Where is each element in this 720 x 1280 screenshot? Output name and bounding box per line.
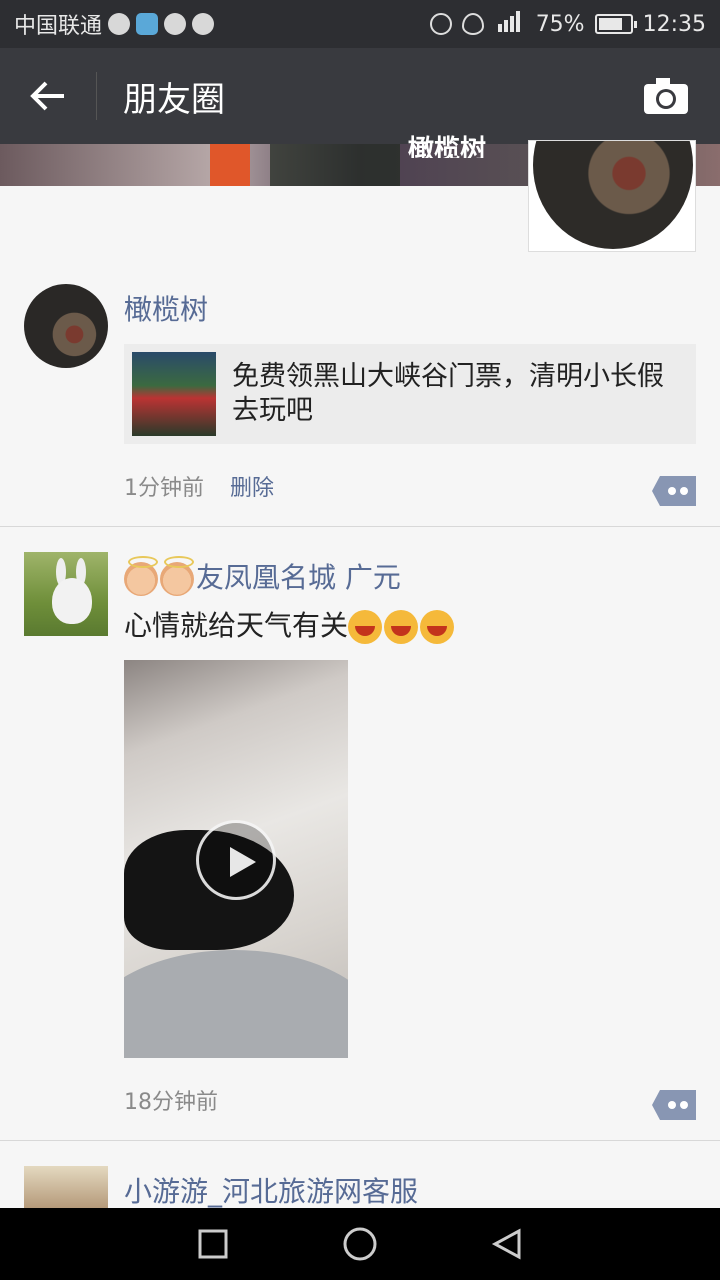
camera-icon [644,78,688,114]
post-avatar[interactable] [24,284,108,368]
status-bar: 中国联通 75% 12:35 [0,0,720,48]
carrier-label: 中国联通 [14,14,103,39]
angel-baby-emoji-icon [160,556,194,596]
post-avatar[interactable] [24,552,108,636]
post-time: 1分钟前 [124,476,204,501]
hand-icon [192,13,215,35]
nav-divider [96,72,97,120]
recent-apps-button[interactable] [193,1224,233,1264]
camera-button[interactable] [642,76,690,116]
system-back-button[interactable] [487,1224,527,1264]
battery-percent: 75% [535,11,585,37]
laughing-emoji-icon [384,610,419,644]
post-divider [0,1140,720,1141]
more-dots-icon [652,476,696,506]
battery-icon [594,14,637,34]
signal-icon [494,10,526,38]
video-thumbnail[interactable] [124,660,348,1058]
post-text: 心情就给天气有关 [124,604,456,644]
post-text-content: 心情就给天气有关 [124,609,349,642]
post-avatar[interactable] [24,1166,108,1208]
top-nav-bar: 朋友圈 [0,48,720,144]
laughing-emoji-icon [420,610,455,644]
play-icon[interactable] [196,820,276,900]
more-dots-icon [652,1090,696,1120]
post-author[interactable]: 友凤凰名城 广元 [124,556,401,596]
comment-more-button[interactable] [652,1090,696,1120]
system-navigation-bar [0,1208,720,1280]
triangle-back-icon [491,1228,521,1260]
delete-link[interactable]: 删除 [230,470,274,502]
alarm-icon [429,13,452,35]
shared-link-thumbnail [132,352,216,436]
post-time: 18分钟前 [124,1090,218,1115]
laughing-emoji-icon [348,610,383,644]
home-button[interactable] [340,1224,380,1264]
page-title: 朋友圈 [123,79,225,120]
arrow-left-icon [30,81,64,111]
circle-icon [343,1227,377,1261]
cover-avatar[interactable] [528,140,696,252]
shared-link-title: 免费领黑山大峡谷门票，清明小长假去玩吧 [232,361,664,426]
clock-time: 12:35 [642,11,706,37]
cover-owner-name: 橄榄树 [408,135,487,158]
post-author-name: 友凤凰名城 广元 [196,561,401,594]
post-divider [0,526,720,527]
back-button[interactable] [0,48,96,144]
comment-more-button[interactable] [652,476,696,506]
post-author[interactable]: 小游游_河北旅游网客服 [124,1170,418,1210]
telegram-icon [136,13,159,35]
eye-icon [461,13,484,35]
chat-bubble-icon [164,13,187,35]
post-author[interactable]: 橄榄树 [124,288,208,328]
clock-app-icon [108,13,131,35]
shared-link-card[interactable]: 免费领黑山大峡谷门票，清明小长假去玩吧 [124,344,696,444]
angel-baby-emoji-icon [124,556,158,596]
square-icon [198,1229,228,1259]
